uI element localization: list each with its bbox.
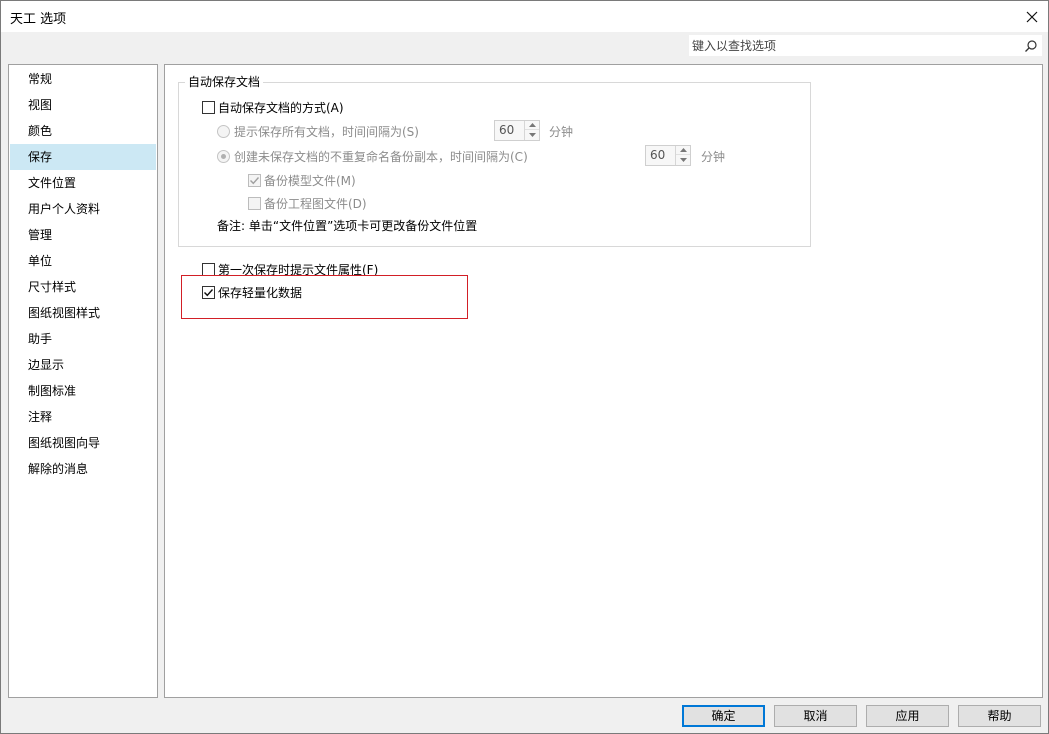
cancel-button[interactable]: 取消: [774, 705, 857, 727]
autosave-enable-label: 自动保存文档的方式(A): [218, 100, 344, 115]
nav-item-annotation[interactable]: 注释: [10, 404, 156, 430]
autosave-backup-radio[interactable]: [217, 149, 230, 163]
autosave-group-label: 自动保存文档: [185, 74, 264, 90]
backup-model-row[interactable]: 备份模型文件(M): [248, 171, 356, 189]
nav-item-save[interactable]: 保存: [10, 144, 156, 170]
autosave-prompt-label: 提示保存所有文档，时间间隔为(S): [234, 124, 419, 139]
title-bar: 天工 选项: [1, 1, 1048, 32]
lightweight-row[interactable]: 保存轻量化数据: [202, 283, 302, 301]
autosave-enable-checkbox[interactable]: [202, 100, 215, 114]
close-icon: [1026, 11, 1038, 22]
spin-up-icon[interactable]: [525, 121, 539, 130]
apply-button[interactable]: 应用: [866, 705, 949, 727]
backup-note: 备注: 单击“文件位置”选项卡可更改备份文件位置: [217, 216, 477, 234]
nav-item-edge-display[interactable]: 边显示: [10, 352, 156, 378]
backup-model-checkbox[interactable]: [248, 173, 261, 187]
lightweight-label: 保存轻量化数据: [218, 285, 303, 300]
backup-interval-unit: 分钟: [701, 150, 726, 164]
category-list: 常规 视图 颜色 保存 文件位置 用户个人资料 管理 单位 尺寸样式 图纸视图样…: [8, 64, 158, 698]
prompt-interval-value[interactable]: 60: [499, 123, 514, 137]
backup-interval-value[interactable]: 60: [650, 148, 665, 162]
autosave-group: 自动保存文档 自动保存文档的方式(A) 提示保存所有文档，时间间隔为(S) 60: [178, 74, 811, 247]
search-box[interactable]: [688, 34, 1043, 57]
ok-button[interactable]: 确定: [682, 705, 765, 727]
nav-item-general[interactable]: 常规: [10, 66, 156, 92]
spin-down-icon[interactable]: [676, 155, 690, 164]
backup-drawing-row[interactable]: 备份工程图文件(D): [248, 194, 367, 212]
backup-model-label: 备份模型文件(M): [264, 173, 356, 188]
nav-item-user-profile[interactable]: 用户个人资料: [10, 196, 156, 222]
nav-item-view[interactable]: 视图: [10, 92, 156, 118]
prompt-interval-unit: 分钟: [549, 125, 574, 139]
nav-item-dismissed-messages[interactable]: 解除的消息: [10, 456, 156, 482]
nav-item-drawing-view-wizard[interactable]: 图纸视图向导: [10, 430, 156, 456]
backup-drawing-label: 备份工程图文件(D): [264, 196, 367, 211]
backup-note-text: 备注: 单击“文件位置”选项卡可更改备份文件位置: [217, 218, 478, 233]
backup-drawing-checkbox[interactable]: [248, 196, 261, 210]
spin-down-icon[interactable]: [525, 130, 539, 139]
autosave-backup-label: 创建未保存文档的不重复命名备份副本，时间间隔为(C): [234, 149, 528, 164]
nav-item-file-locations[interactable]: 文件位置: [10, 170, 156, 196]
help-button[interactable]: 帮助: [958, 705, 1041, 727]
nav-item-dimension-style[interactable]: 尺寸样式: [10, 274, 156, 300]
prompt-interval-spinner[interactable]: 60: [494, 120, 540, 141]
window-title: 天工 选项: [10, 12, 67, 27]
nav-item-drafting-standards[interactable]: 制图标准: [10, 378, 156, 404]
prompt-props-checkbox[interactable]: [202, 262, 215, 276]
autosave-enable-row[interactable]: 自动保存文档的方式(A): [202, 98, 344, 116]
close-button[interactable]: [1016, 1, 1048, 32]
autosave-backup-row[interactable]: 创建未保存文档的不重复命名备份副本，时间间隔为(C): [217, 147, 528, 165]
backup-interval-spinner[interactable]: 60: [645, 145, 691, 166]
lightweight-checkbox[interactable]: [202, 285, 215, 299]
nav-item-units[interactable]: 单位: [10, 248, 156, 274]
checkmark-icon: [204, 288, 214, 296]
autosave-prompt-row[interactable]: 提示保存所有文档，时间间隔为(S): [217, 122, 419, 140]
nav-item-colors[interactable]: 颜色: [10, 118, 156, 144]
options-dialog: 天工 选项 常规 视图 颜色 保存 文件位置 用户个人资料 管理 单位 尺寸样式…: [0, 0, 1049, 734]
nav-item-drawing-view-style[interactable]: 图纸视图样式: [10, 300, 156, 326]
nav-item-helpers[interactable]: 助手: [10, 326, 156, 352]
search-icon[interactable]: [1024, 39, 1038, 53]
checkmark-icon: [250, 176, 260, 184]
autosave-prompt-radio[interactable]: [217, 124, 230, 138]
spin-up-icon[interactable]: [676, 146, 690, 155]
search-input[interactable]: [689, 35, 1019, 56]
settings-panel: 自动保存文档 自动保存文档的方式(A) 提示保存所有文档，时间间隔为(S) 60: [164, 64, 1043, 698]
nav-item-admin[interactable]: 管理: [10, 222, 156, 248]
